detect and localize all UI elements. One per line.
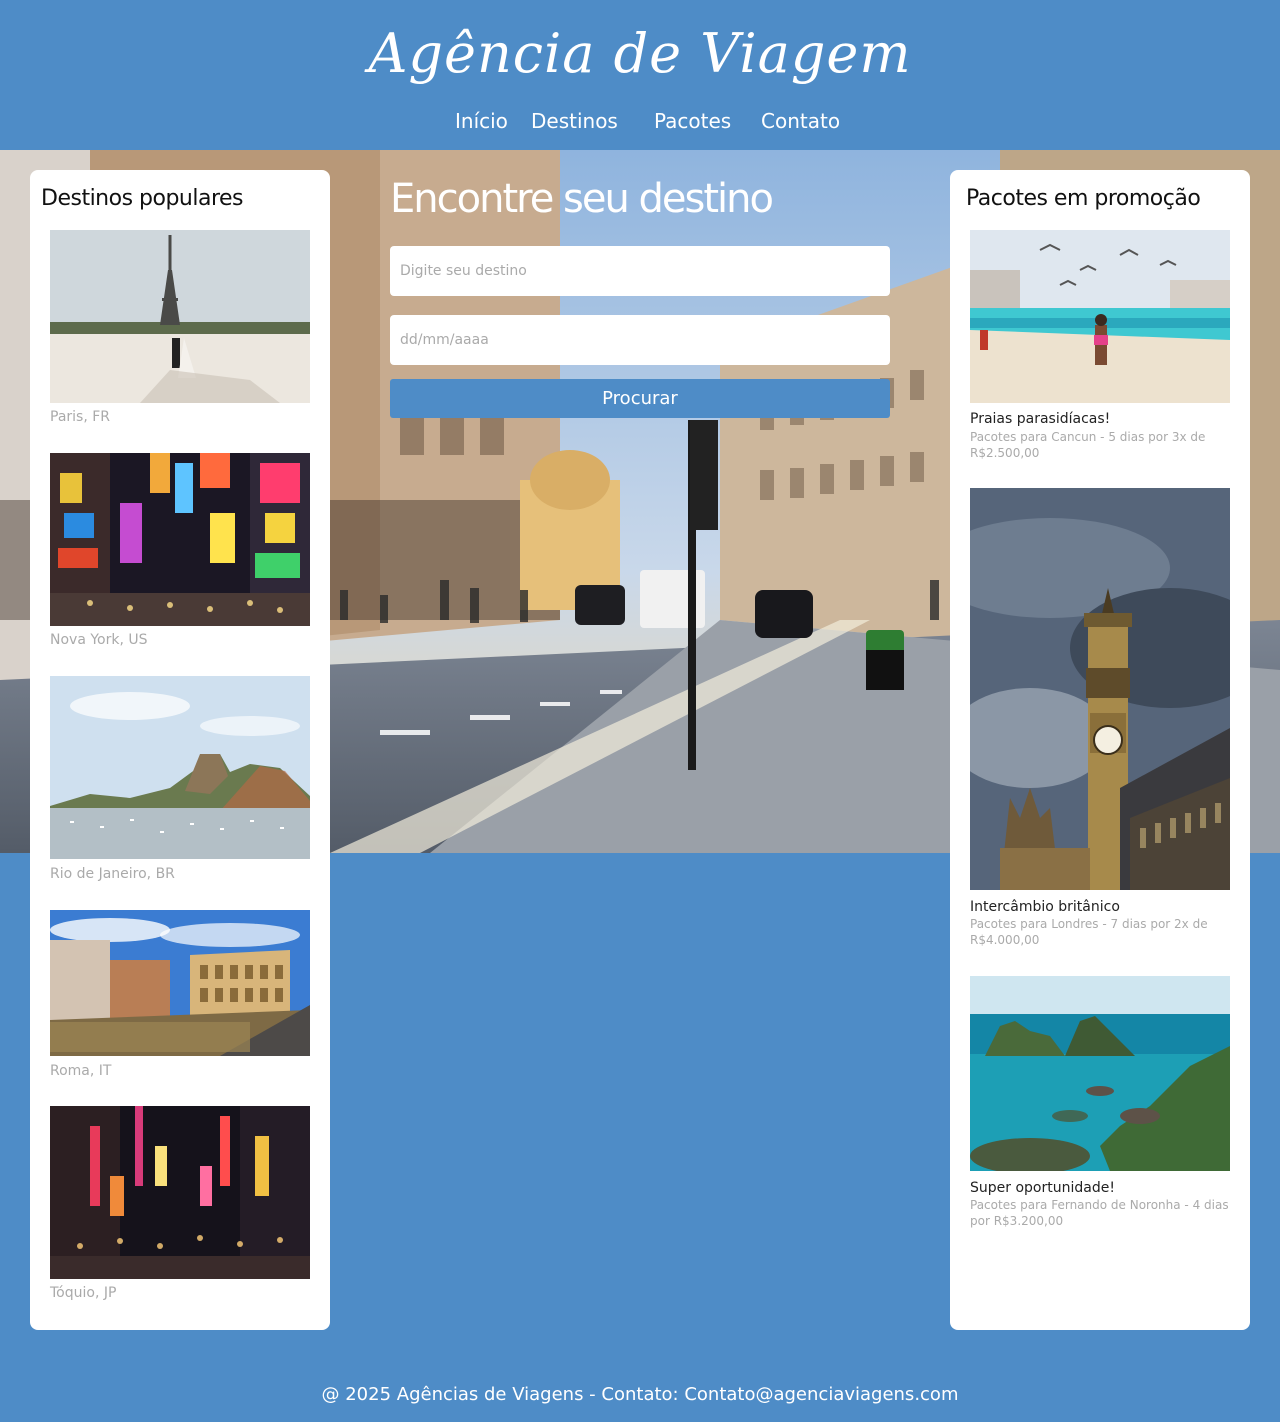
nav-link-pacotes[interactable]: Pacotes <box>654 109 731 133</box>
nav-link-contato[interactable]: Contato <box>761 109 840 133</box>
rio-image <box>50 676 310 859</box>
promo-title: Intercâmbio britânico <box>970 899 1120 915</box>
destination-caption: Paris, FR <box>50 409 111 425</box>
london-image <box>970 488 1230 890</box>
site-header: Agência de Viagem Início Destinos Pacote… <box>0 0 1280 150</box>
destination-card-toquio[interactable]: Tóquio, JP <box>50 1106 310 1306</box>
paris-image <box>50 230 310 403</box>
date-input[interactable] <box>390 315 890 365</box>
new-york-image <box>50 453 310 626</box>
promotions-title: Pacotes em promoção <box>966 186 1201 211</box>
promo-title: Super oportunidade! <box>970 1180 1115 1196</box>
popular-destinations-title: Destinos populares <box>41 186 244 211</box>
main-nav: Início Destinos Pacotes Contato <box>0 109 1280 137</box>
destination-card-rio[interactable]: Rio de Janeiro, BR <box>50 676 310 886</box>
promo-title: Praias parasidíacas! <box>970 411 1111 427</box>
destination-caption: Tóquio, JP <box>50 1285 117 1301</box>
destination-card-roma[interactable]: Roma, IT <box>50 910 310 1085</box>
destination-caption: Roma, IT <box>50 1063 112 1079</box>
destination-card-paris[interactable]: Paris, FR <box>50 230 310 430</box>
destination-card-nova-york[interactable]: Nova York, US <box>50 453 310 653</box>
promo-description: Pacotes para Cancun - 5 dias por 3x de R… <box>970 430 1206 460</box>
nav-link-destinos[interactable]: Destinos <box>531 109 618 133</box>
noronha-image <box>970 976 1230 1171</box>
promo-card-noronha[interactable]: Super oportunidade! Pacotes para Fernand… <box>970 976 1230 1228</box>
destination-input[interactable] <box>390 246 890 296</box>
site-footer: @ 2025 Agências de Viagens - Contato: Co… <box>321 1384 959 1405</box>
promo-card-cancun[interactable]: Praias parasidíacas! Pacotes para Cancun… <box>970 230 1230 466</box>
promo-description: Pacotes para Londres - 7 dias por 2x de … <box>970 917 1208 947</box>
search-button[interactable]: Procurar <box>390 379 890 418</box>
search-title: Encontre seu destino <box>390 176 774 222</box>
nav-link-inicio[interactable]: Início <box>455 109 508 133</box>
cancun-image <box>970 230 1230 403</box>
destination-caption: Rio de Janeiro, BR <box>50 866 175 882</box>
promo-card-londres[interactable]: Intercâmbio britânico Pacotes para Londr… <box>970 488 1230 953</box>
site-title: Agência de Viagem <box>368 22 912 85</box>
popular-destinations-panel: Destinos populares Paris, FR Nova York, … <box>30 170 330 1330</box>
rome-image <box>50 910 310 1056</box>
destination-caption: Nova York, US <box>50 632 148 648</box>
tokyo-image <box>50 1106 310 1279</box>
promotions-panel: Pacotes em promoção Praias parasidíacas!… <box>950 170 1250 1330</box>
promo-description: Pacotes para Fernando de Noronha - 4 dia… <box>970 1198 1229 1228</box>
